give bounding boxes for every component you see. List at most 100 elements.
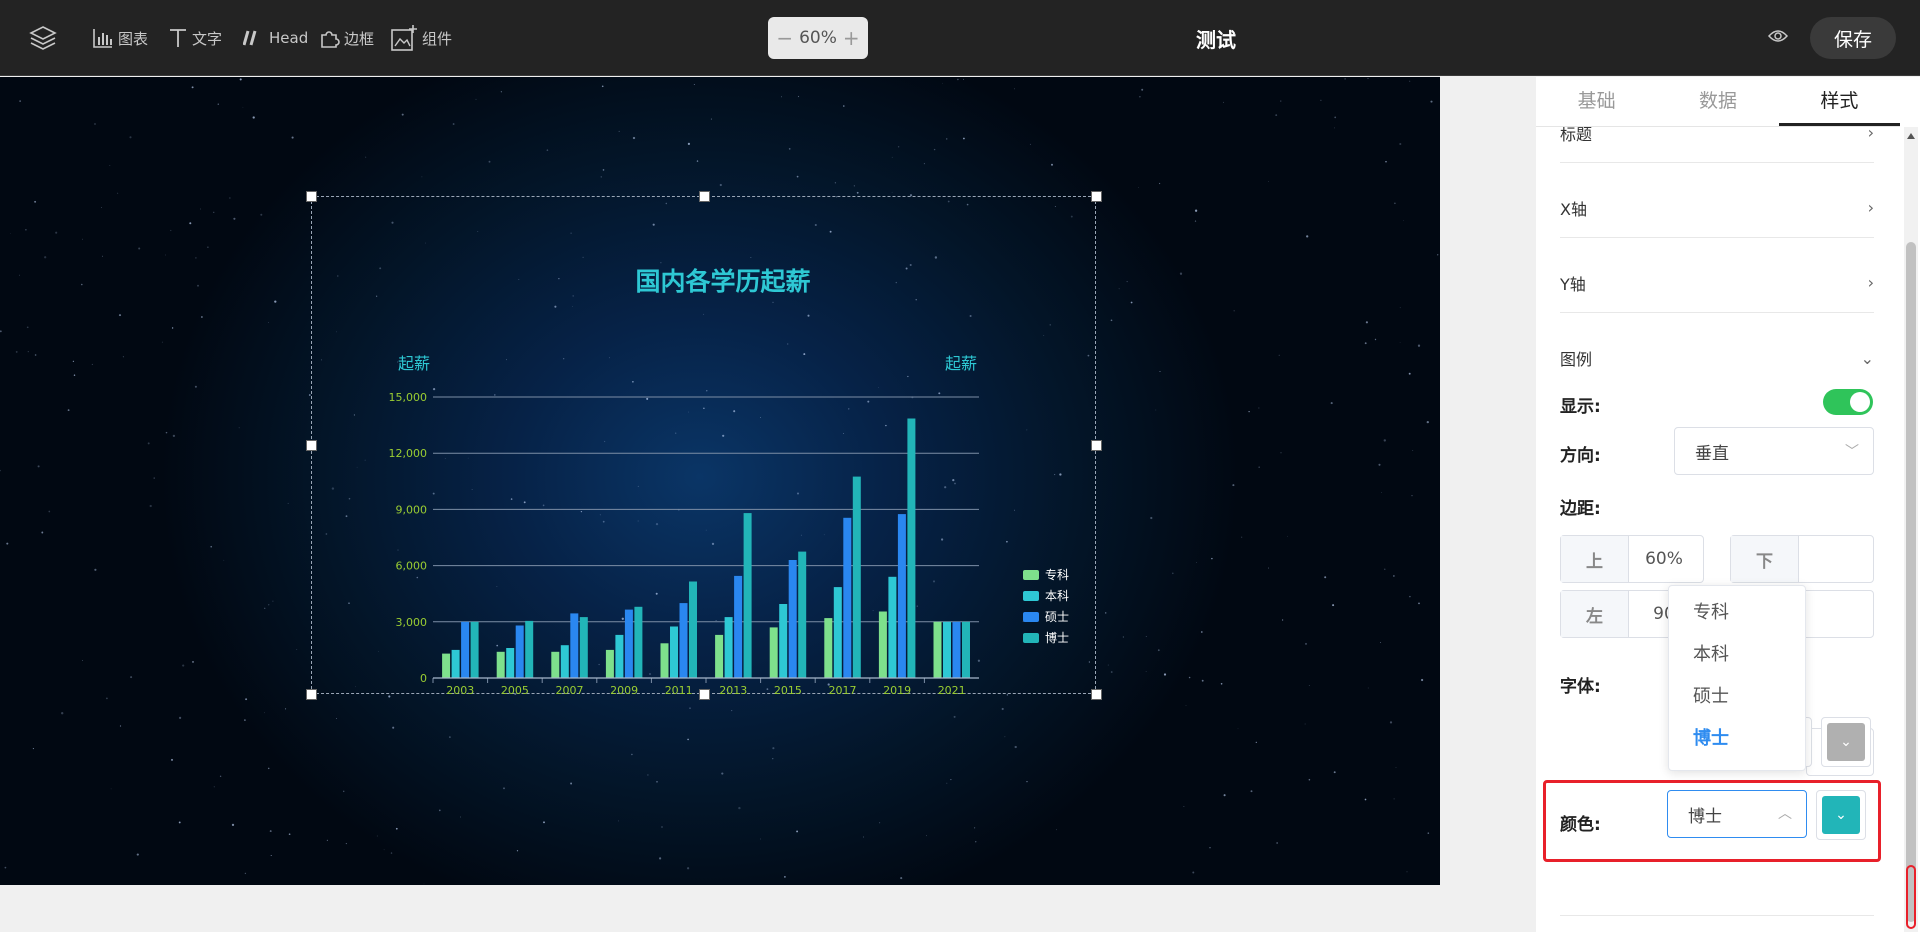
legend-label[interactable]: 硕士 xyxy=(1045,610,1069,624)
star-dot xyxy=(1281,619,1284,621)
star-dot xyxy=(136,853,139,856)
star-dot xyxy=(82,238,83,240)
bar[interactable] xyxy=(724,617,733,678)
bar[interactable] xyxy=(506,648,515,678)
bar[interactable] xyxy=(560,645,569,678)
bar[interactable] xyxy=(579,617,588,678)
margin-bottom-input[interactable] xyxy=(1799,536,1869,582)
bar[interactable] xyxy=(907,418,916,679)
bar[interactable] xyxy=(734,575,743,678)
star-dot xyxy=(201,316,203,318)
bar[interactable] xyxy=(670,626,678,679)
star-dot xyxy=(1150,516,1153,520)
star-dot xyxy=(1367,687,1369,689)
bar[interactable] xyxy=(624,609,633,678)
bar[interactable] xyxy=(788,560,797,678)
legend-label[interactable]: 专科 xyxy=(1045,567,1069,582)
preview-eye-icon[interactable] xyxy=(1767,28,1789,48)
bar[interactable] xyxy=(442,653,451,678)
bar[interactable] xyxy=(496,651,505,678)
direction-select[interactable]: 垂直 ﹀ xyxy=(1674,427,1874,475)
component-tool-button[interactable]: 组件 xyxy=(390,24,452,52)
bar[interactable] xyxy=(833,587,842,678)
chart-tool-label: 图表 xyxy=(118,29,149,48)
bar[interactable] xyxy=(689,581,697,679)
margin-top-input[interactable] xyxy=(1629,536,1699,582)
dropdown-option[interactable]: 专科 xyxy=(1669,592,1805,634)
scroll-thumb[interactable] xyxy=(1906,242,1916,922)
layers-icon[interactable] xyxy=(28,24,58,52)
bar-chart[interactable]: 国内各学历起薪 起薪 起薪 年份 03,0006,0009,00012,0001… xyxy=(311,196,1096,694)
scroll-up-arrow-icon[interactable] xyxy=(1907,133,1915,139)
bar[interactable] xyxy=(952,621,961,678)
editor-canvas[interactable]: 国内各学历起薪 起薪 起薪 年份 03,0006,0009,00012,0001… xyxy=(0,77,1440,885)
bar[interactable] xyxy=(451,649,460,678)
section-yaxis[interactable]: Y轴 › xyxy=(1560,253,1874,313)
star-dot xyxy=(1145,636,1147,637)
tab-basic[interactable]: 基础 xyxy=(1536,77,1657,126)
dropdown-option[interactable]: 本科 xyxy=(1669,634,1805,676)
bar[interactable] xyxy=(461,621,470,678)
star-dot xyxy=(194,385,197,388)
bar[interactable] xyxy=(843,517,852,678)
bar[interactable] xyxy=(470,621,479,678)
legend-show-toggle[interactable] xyxy=(1823,389,1873,415)
star-dot xyxy=(252,116,255,119)
tab-style[interactable]: 样式 xyxy=(1778,77,1900,126)
legend-label[interactable]: 博士 xyxy=(1045,630,1069,645)
legend-label[interactable]: 本科 xyxy=(1045,589,1069,603)
bar[interactable] xyxy=(962,621,970,678)
star-dot xyxy=(1194,209,1198,212)
section-legend[interactable]: 图例 ⌄ xyxy=(1560,328,1874,388)
star-dot xyxy=(687,738,689,741)
bar[interactable] xyxy=(605,649,614,678)
star-dot xyxy=(1417,344,1421,347)
bar[interactable] xyxy=(634,606,643,678)
bar[interactable] xyxy=(515,625,524,679)
bar[interactable] xyxy=(824,618,833,678)
dropdown-option[interactable]: 硕士 xyxy=(1669,676,1805,718)
star-dot xyxy=(213,211,215,213)
bar[interactable] xyxy=(933,621,942,678)
section-xaxis[interactable]: X轴 › xyxy=(1560,178,1874,238)
chart-tool-button[interactable]: 图表 xyxy=(92,24,148,52)
zoom-value: 60% xyxy=(799,28,837,48)
border-tool-button[interactable]: 边框 xyxy=(318,24,374,52)
star-dot xyxy=(401,113,404,116)
star-dot xyxy=(1420,678,1424,682)
bar[interactable] xyxy=(715,634,724,678)
star-dot xyxy=(950,779,952,781)
font-color-picker[interactable]: ⌄ xyxy=(1821,717,1871,767)
star-dot xyxy=(388,695,391,698)
star-dot xyxy=(1223,101,1224,103)
star-dot xyxy=(1408,372,1411,375)
head-tool-button[interactable]: Head xyxy=(243,24,308,52)
bar[interactable] xyxy=(769,627,778,678)
bar[interactable] xyxy=(615,634,624,678)
bar[interactable] xyxy=(551,651,560,678)
text-tool-button[interactable]: 文字 xyxy=(168,24,222,52)
bar[interactable] xyxy=(897,514,906,678)
star-dot xyxy=(1183,806,1185,807)
bar[interactable] xyxy=(679,603,688,678)
bar[interactable] xyxy=(878,611,887,679)
bar[interactable] xyxy=(570,613,579,678)
panel-scrollbar[interactable] xyxy=(1904,127,1918,932)
zoom-out-button[interactable]: − xyxy=(776,26,793,50)
star-dot xyxy=(392,726,395,729)
bar[interactable] xyxy=(888,576,897,678)
bar[interactable] xyxy=(779,604,788,678)
border-tool-label: 边框 xyxy=(344,29,375,48)
bar[interactable] xyxy=(798,551,807,678)
bar[interactable] xyxy=(525,620,534,678)
dropdown-option-selected[interactable]: 博士 xyxy=(1669,718,1805,760)
bar[interactable] xyxy=(660,643,669,678)
star-dot xyxy=(900,877,903,880)
bar[interactable] xyxy=(852,476,861,678)
bar[interactable] xyxy=(943,621,951,678)
bar[interactable] xyxy=(743,513,752,678)
toggle-knob xyxy=(1850,392,1870,412)
save-button[interactable]: 保存 xyxy=(1810,17,1896,59)
tab-data[interactable]: 数据 xyxy=(1657,77,1778,126)
zoom-in-button[interactable]: + xyxy=(843,26,860,50)
